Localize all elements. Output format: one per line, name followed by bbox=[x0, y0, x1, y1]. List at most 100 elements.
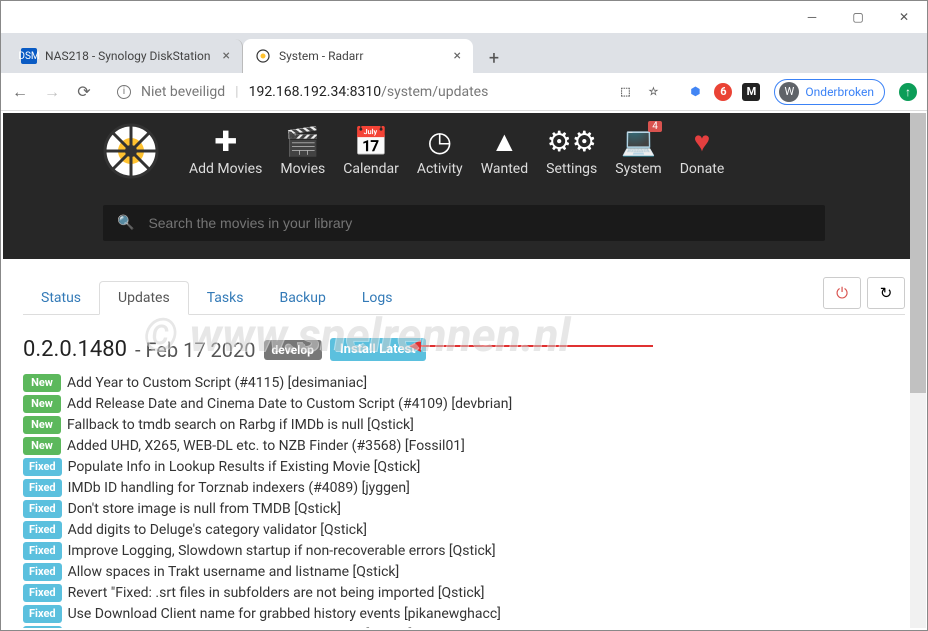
security-info-icon[interactable]: i bbox=[117, 85, 131, 99]
new-tab-button[interactable]: + bbox=[479, 43, 509, 73]
tab-title: System - Radarr bbox=[279, 49, 442, 63]
search-icon: 🔍 bbox=[117, 215, 134, 231]
forward-button[interactable]: → bbox=[43, 83, 61, 101]
window-maximize-button[interactable]: ▢ bbox=[835, 1, 881, 33]
change-tag: Fixed bbox=[23, 542, 62, 560]
version-row: 0.2.0.1480 - Feb 17 2020 develop Install… bbox=[23, 337, 905, 362]
change-text: IMDb ID handling for Torznab indexers (#… bbox=[68, 480, 410, 496]
search-input[interactable] bbox=[148, 215, 811, 231]
tab-updates[interactable]: Updates bbox=[99, 281, 189, 315]
shutdown-button[interactable]: ⏻ bbox=[823, 277, 861, 309]
tab-backup[interactable]: Backup bbox=[261, 282, 343, 314]
changelog-item: Fixed Improve Logging, Slowdown startup i… bbox=[23, 542, 905, 560]
radarr-logo[interactable] bbox=[103, 123, 159, 179]
browser-tab-0[interactable]: DSM NAS218 - Synology DiskStation × bbox=[9, 39, 243, 73]
change-tag: Fixed bbox=[23, 605, 62, 623]
change-text: Don't store image is null from TMDB [Qst… bbox=[68, 501, 341, 517]
change-tag: Fixed bbox=[23, 584, 62, 602]
heart-icon: ♥ bbox=[694, 125, 711, 157]
change-text: Improve Logging, Slowdown startup if non… bbox=[68, 543, 496, 559]
change-tag: Fixed bbox=[23, 626, 62, 628]
change-tag: Fixed bbox=[23, 563, 62, 581]
security-label: Niet beveiligd bbox=[141, 84, 225, 100]
change-text: Allow spaces in Trakt username and listn… bbox=[68, 564, 400, 580]
reload-button[interactable]: ⟳ bbox=[75, 83, 93, 101]
extension-icon-2[interactable]: 6 bbox=[714, 83, 732, 101]
change-text: Revert "Fixed: .srt files in subfolders … bbox=[68, 585, 485, 601]
scroll-thumb[interactable] bbox=[910, 113, 926, 393]
calendar-icon: 📅 bbox=[354, 125, 389, 157]
back-button[interactable]: ← bbox=[11, 83, 29, 101]
changelog-item: Fixed Populate Info in Lookup Results if … bbox=[23, 458, 905, 476]
changelog-item: Fixed Catch NullRef On HDBits request if … bbox=[23, 626, 905, 628]
nav-activity[interactable]: ◷Activity bbox=[417, 125, 463, 177]
tab-status[interactable]: Status bbox=[23, 282, 99, 314]
browser-tab-1[interactable]: System - Radarr × bbox=[243, 39, 473, 73]
change-tag: New bbox=[23, 416, 61, 434]
change-text: Add digits to Deluge's category validato… bbox=[68, 522, 367, 538]
window-minimize-button[interactable]: ─ bbox=[789, 1, 835, 33]
changelog-item: Fixed Allow spaces in Trakt username and … bbox=[23, 563, 905, 581]
extension-icon-4[interactable]: ↑ bbox=[899, 83, 917, 101]
change-tag: New bbox=[23, 395, 61, 413]
change-text: Add Year to Custom Script (#4115) [desim… bbox=[67, 375, 367, 391]
nav-settings[interactable]: ⚙⚙Settings bbox=[546, 125, 597, 177]
changelog-item: New Added UHD, X265, WEB-DL etc. to NZB F… bbox=[23, 437, 905, 455]
extension-icon-1[interactable]: ⬢ bbox=[686, 83, 704, 101]
change-text: Populate Info in Lookup Results if Exist… bbox=[68, 459, 421, 475]
scrollbar[interactable] bbox=[910, 113, 926, 628]
version-number: 0.2.0.1480 bbox=[23, 337, 127, 362]
window-titlebar: ─ ▢ ✕ bbox=[1, 1, 927, 33]
change-text: Catch NullRef On HDBits request if IMDB … bbox=[68, 627, 413, 628]
nav-donate[interactable]: ♥Donate bbox=[680, 125, 725, 177]
address-bar: ← → ⟳ i Niet beveiligd | 192.168.192.34:… bbox=[1, 73, 927, 111]
translate-icon[interactable]: ⬚ bbox=[616, 83, 634, 101]
nav-calendar[interactable]: 📅Calendar bbox=[343, 125, 399, 177]
changelog-item: New Add Year to Custom Script (#4115) [de… bbox=[23, 374, 905, 392]
change-text: Added UHD, X265, WEB-DL etc. to NZB Find… bbox=[67, 438, 465, 454]
bookmark-star-icon[interactable]: ☆ bbox=[644, 83, 662, 101]
changelog-item: Fixed Add digits to Deluge's category val… bbox=[23, 521, 905, 539]
changelog-item: New Add Release Date and Cinema Date to C… bbox=[23, 395, 905, 413]
tab-close-icon[interactable]: × bbox=[454, 48, 461, 64]
version-date: - Feb 17 2020 bbox=[135, 338, 256, 362]
nav-add-movies[interactable]: ✚Add Movies bbox=[189, 125, 262, 177]
nav-movies[interactable]: 🎬Movies bbox=[280, 125, 325, 177]
refresh-button[interactable]: ↻ bbox=[867, 277, 905, 309]
changelog-item: FixedDon't store image is null from TMDB… bbox=[23, 500, 905, 518]
nav-system[interactable]: 💻4System bbox=[615, 125, 661, 177]
profile-label: Onderbroken bbox=[805, 85, 874, 99]
url-input[interactable]: i Niet beveiligd | 192.168.192.34:8310/s… bbox=[107, 78, 672, 106]
change-tag: New bbox=[23, 437, 61, 455]
search-bar[interactable]: 🔍 bbox=[103, 205, 825, 241]
url-text: 192.168.192.34:8310/system/updates bbox=[249, 84, 607, 100]
change-tag: New bbox=[23, 374, 61, 392]
tab-tasks[interactable]: Tasks bbox=[189, 282, 262, 314]
browser-tabs: DSM NAS218 - Synology DiskStation × Syst… bbox=[1, 33, 927, 73]
profile-badge[interactable]: W Onderbroken bbox=[774, 79, 885, 105]
tab-close-icon[interactable]: × bbox=[223, 48, 230, 64]
changelog-item: Fixed Use Download Client name for grabbe… bbox=[23, 605, 905, 623]
tab-favicon bbox=[255, 48, 271, 64]
tab-title: NAS218 - Synology DiskStation bbox=[45, 49, 211, 63]
change-text: Use Download Client name for grabbed his… bbox=[68, 606, 501, 622]
change-tag: Fixed bbox=[23, 479, 62, 497]
changelog-item: Fixed IMDb ID handling for Torznab indexe… bbox=[23, 479, 905, 497]
branch-label: develop bbox=[264, 340, 322, 360]
extension-icon-3[interactable]: M bbox=[742, 83, 760, 101]
change-tag: Fixed bbox=[23, 521, 62, 539]
system-badge: 4 bbox=[648, 121, 662, 132]
changelog-list: New Add Year to Custom Script (#4115) [de… bbox=[23, 374, 905, 628]
nav-wanted[interactable]: ▲Wanted bbox=[481, 125, 528, 177]
change-text: Fallback to tmdb search on Rarbg if IMDb… bbox=[67, 417, 414, 433]
window-close-button[interactable]: ✕ bbox=[881, 1, 927, 33]
changelog-item: New Fallback to tmdb search on Rarbg if I… bbox=[23, 416, 905, 434]
clock-icon: ◷ bbox=[428, 125, 452, 157]
annotation-arrow bbox=[413, 345, 653, 347]
tab-logs[interactable]: Logs bbox=[344, 282, 411, 314]
change-text: Add Release Date and Cinema Date to Cust… bbox=[67, 396, 512, 412]
app-header: ✚Add Movies 🎬Movies 📅Calendar ◷Activity … bbox=[3, 113, 925, 259]
change-tag: Fixed bbox=[23, 458, 62, 476]
subtabs: Status Updates Tasks Backup Logs ⏻ ↻ bbox=[23, 281, 905, 315]
warning-icon: ▲ bbox=[491, 125, 519, 157]
